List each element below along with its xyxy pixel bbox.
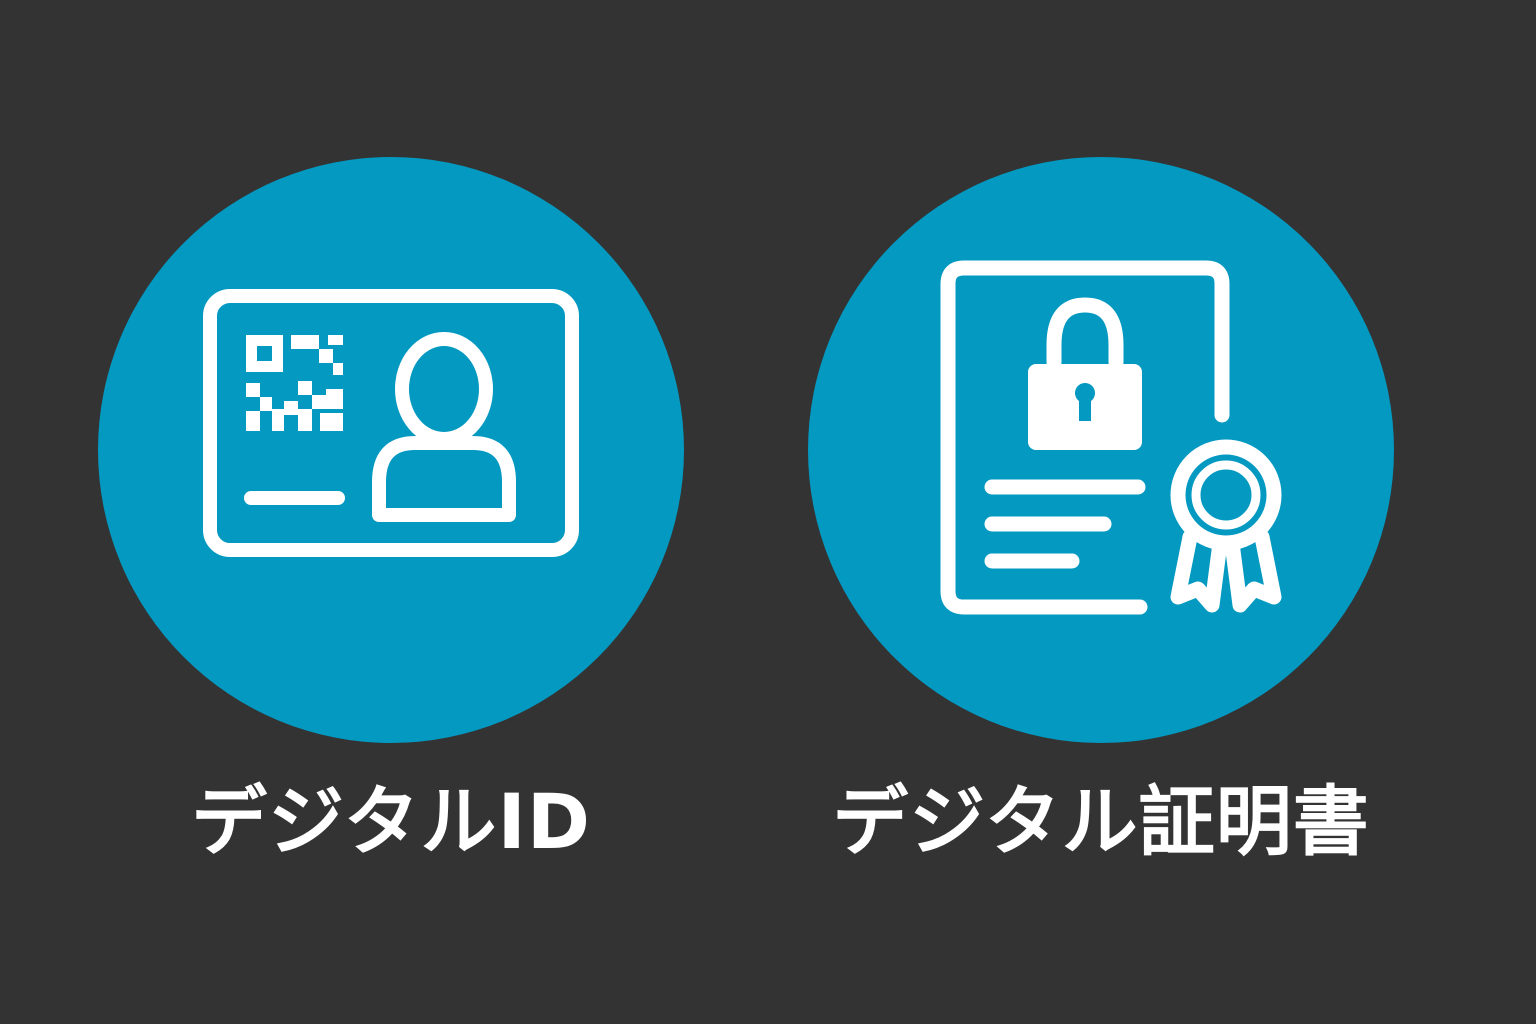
id-card-icon bbox=[203, 289, 579, 557]
digital-certificate-label: デジタル証明書 bbox=[832, 777, 1370, 866]
certificate-icon bbox=[940, 260, 1282, 615]
digital-certificate-tile: デジタル証明書 bbox=[808, 157, 1394, 877]
digital-id-tile: デジタルID bbox=[98, 157, 684, 877]
digital-id-label: デジタルID bbox=[191, 777, 591, 866]
digital-certificate-circle bbox=[808, 157, 1394, 743]
digital-id-circle bbox=[98, 157, 684, 743]
